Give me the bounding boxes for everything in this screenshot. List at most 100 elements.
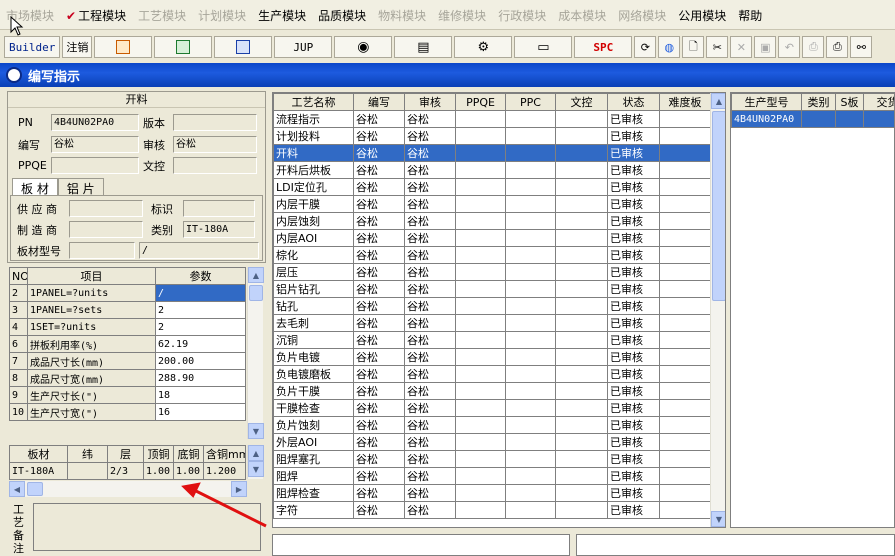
params-cell[interactable]: 成品尺寸宽(mm) (27, 369, 156, 387)
process-cell[interactable] (505, 110, 556, 128)
process-cell[interactable] (555, 484, 608, 502)
process-cell[interactable]: 已审核 (607, 467, 660, 485)
process-cell[interactable] (455, 433, 506, 451)
params-cell[interactable]: 8 (9, 369, 28, 387)
process-cell[interactable] (505, 195, 556, 213)
process-cell[interactable]: 已审核 (607, 382, 660, 400)
process-cell[interactable] (555, 297, 608, 315)
process-cell[interactable]: 阻焊 (273, 467, 354, 485)
process-cell[interactable]: 谷松 (404, 229, 456, 247)
process-row[interactable]: 阻焊 谷松 谷松 已审核 (273, 467, 711, 485)
process-row[interactable]: 内层AOI 谷松 谷松 已审核 (273, 229, 711, 247)
product-cell[interactable] (863, 110, 894, 128)
scroll-up-icon[interactable]: ▲ (711, 93, 725, 109)
process-cell[interactable]: 谷松 (353, 416, 405, 434)
process-cell[interactable] (455, 212, 506, 230)
process-cell[interactable] (505, 467, 556, 485)
process-cell[interactable]: 负片干膜 (273, 382, 354, 400)
process-cell[interactable] (659, 416, 711, 434)
params-cell[interactable]: 16 (155, 403, 246, 421)
process-cell[interactable]: 谷松 (404, 212, 456, 230)
params-cell[interactable]: 4 (9, 318, 28, 336)
process-cell[interactable] (455, 382, 506, 400)
process-cell[interactable]: 谷松 (353, 144, 405, 162)
jup-button[interactable]: JUP (274, 36, 333, 58)
process-cell[interactable]: 谷松 (404, 195, 456, 213)
process-cell[interactable]: 已审核 (607, 365, 660, 383)
material-cell[interactable]: 1.200 (203, 462, 246, 480)
process-row[interactable]: 负片蚀刻 谷松 谷松 已审核 (273, 416, 711, 434)
process-cell[interactable] (555, 178, 608, 196)
process-cell[interactable] (505, 178, 556, 196)
maker-field[interactable] (69, 221, 143, 238)
menu-item-0[interactable]: 市场模块 (0, 7, 60, 24)
process-cell[interactable] (455, 144, 506, 162)
menu-item-5[interactable]: 品质模块 (312, 7, 372, 24)
process-cell[interactable]: 已审核 (607, 433, 660, 451)
process-cell[interactable]: 谷松 (404, 127, 456, 145)
process-cell[interactable] (505, 280, 556, 298)
process-row[interactable]: 干膜检查 谷松 谷松 已审核 (273, 399, 711, 417)
params-cell[interactable]: 288.90 (155, 369, 246, 387)
process-cell[interactable] (505, 450, 556, 468)
process-cell[interactable]: 谷松 (353, 280, 405, 298)
process-cell[interactable]: 谷松 (404, 416, 456, 434)
menu-item-10[interactable]: 网络模块 (612, 7, 672, 24)
product-header-cell[interactable]: 生产型号 (731, 93, 802, 111)
material-header-cell[interactable]: 底铜 (173, 445, 204, 463)
process-cell[interactable]: 沉铜 (273, 331, 354, 349)
process-cell[interactable]: 谷松 (404, 280, 456, 298)
params-row[interactable]: 2 1PANEL=?units / (9, 284, 246, 302)
process-header-cell[interactable]: 文控 (555, 93, 608, 111)
process-cell[interactable]: 已审核 (607, 263, 660, 281)
params-cell[interactable]: 18 (155, 386, 246, 404)
process-cell[interactable] (555, 348, 608, 366)
process-row[interactable]: 字符 谷松 谷松 已审核 (273, 501, 711, 519)
scroll-left-icon[interactable]: ◀ (9, 481, 25, 497)
params-cell[interactable]: 3 (9, 301, 28, 319)
menu-item-6[interactable]: 物料模块 (372, 7, 432, 24)
process-cell[interactable] (555, 331, 608, 349)
process-cell[interactable]: 已审核 (607, 450, 660, 468)
process-cell[interactable]: LDI定位孔 (273, 178, 354, 196)
process-cell[interactable] (555, 144, 608, 162)
process-cell[interactable] (659, 246, 711, 264)
process-cell[interactable]: 谷松 (353, 161, 405, 179)
supplier-field[interactable] (69, 200, 143, 217)
params-cell[interactable]: 62.19 (155, 335, 246, 353)
menu-item-8[interactable]: 行政模块 (492, 7, 552, 24)
process-row[interactable]: 负片干膜 谷松 谷松 已审核 (273, 382, 711, 400)
process-cell[interactable] (659, 501, 711, 519)
process-cell[interactable] (505, 365, 556, 383)
params-row[interactable]: 7 成品尺寸长(mm) 200.00 (9, 352, 246, 370)
process-cell[interactable] (455, 280, 506, 298)
process-cell[interactable] (455, 416, 506, 434)
process-cell[interactable]: 谷松 (404, 144, 456, 162)
material-cell[interactable]: 1.00 (173, 462, 204, 480)
params-header-cell[interactable]: NO (9, 267, 28, 285)
params-cell[interactable]: 2 (155, 301, 246, 319)
process-cell[interactable]: 谷松 (353, 365, 405, 383)
process-cell[interactable]: 已审核 (607, 161, 660, 179)
process-cell[interactable]: 已审核 (607, 229, 660, 247)
process-cell[interactable]: 谷松 (353, 229, 405, 247)
process-cell[interactable] (555, 501, 608, 519)
model-field[interactable] (69, 242, 135, 259)
process-cell[interactable] (659, 331, 711, 349)
process-cell[interactable] (659, 348, 711, 366)
process-cell[interactable] (455, 399, 506, 417)
process-cell[interactable]: 已审核 (607, 501, 660, 519)
process-cell[interactable]: 内层AOI (273, 229, 354, 247)
process-cell[interactable]: 谷松 (353, 246, 405, 264)
process-cell[interactable] (505, 433, 556, 451)
material-header-cell[interactable]: 纬 (67, 445, 108, 463)
process-cell[interactable] (555, 280, 608, 298)
process-row[interactable]: 钻孔 谷松 谷松 已审核 (273, 297, 711, 315)
process-cell[interactable] (455, 195, 506, 213)
params-row[interactable]: 10 生产尺寸宽(") 16 (9, 403, 246, 421)
process-cell[interactable]: 去毛刺 (273, 314, 354, 332)
process-cell[interactable] (505, 399, 556, 417)
process-cell[interactable] (555, 263, 608, 281)
process-cell[interactable]: 字符 (273, 501, 354, 519)
process-row[interactable]: 计划投料 谷松 谷松 已审核 (273, 127, 711, 145)
